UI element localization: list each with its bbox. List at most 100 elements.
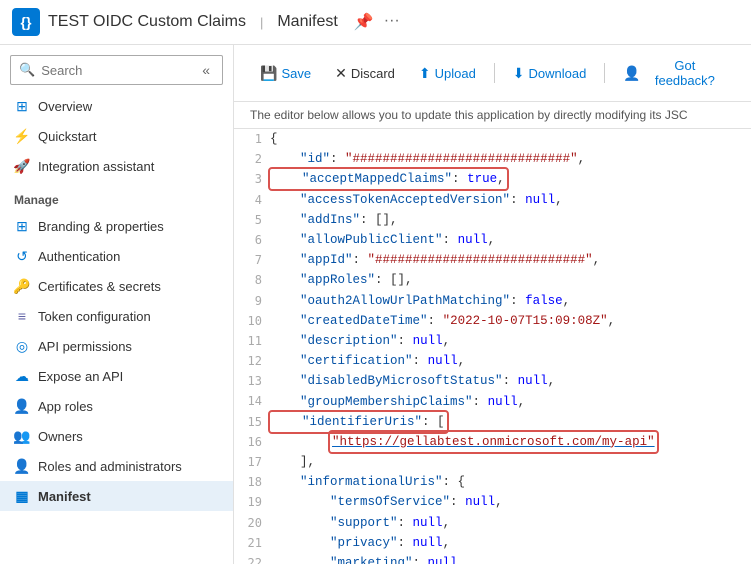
- discard-icon: ✕: [335, 65, 347, 82]
- line-number: 18: [234, 472, 270, 492]
- table-row: 10 "createdDateTime": "2022-10-07T15:09:…: [234, 311, 751, 331]
- search-box[interactable]: 🔍 «: [10, 55, 223, 85]
- more-icon[interactable]: ···: [384, 12, 400, 32]
- code-editor: 1 { 2 "id": "###########################…: [234, 129, 751, 564]
- line-number: 16: [234, 432, 270, 452]
- line-content: "informationalUris": {: [270, 472, 751, 492]
- line-number: 10: [234, 311, 270, 331]
- branding-icon: ⊞: [14, 218, 30, 234]
- line-content: "certification": null,: [270, 351, 751, 371]
- upload-icon: ⬆: [419, 65, 431, 82]
- app-icon: {}: [12, 8, 40, 36]
- table-row: 21 "privacy": null,: [234, 533, 751, 553]
- discard-button[interactable]: ✕ Discard: [325, 60, 405, 87]
- sidebar-item-roles[interactable]: 👤 Roles and administrators: [0, 451, 233, 481]
- sidebar-item-branding[interactable]: ⊞ Branding & properties: [0, 211, 233, 241]
- sidebar-nav: ⊞ Overview ⚡ Quickstart 🚀 Integration as…: [0, 91, 233, 564]
- sidebar-item-label: Authentication: [38, 249, 120, 264]
- line-content: ],: [270, 452, 751, 472]
- line-number: 1: [234, 129, 270, 149]
- sidebar-item-owners[interactable]: 👥 Owners: [0, 421, 233, 451]
- save-button[interactable]: 💾 Save: [250, 60, 321, 87]
- toolbar-separator: [494, 63, 495, 83]
- table-row: 18 "informationalUris": {: [234, 472, 751, 492]
- sidebar-item-integration[interactable]: 🚀 Integration assistant: [0, 151, 233, 181]
- line-number: 9: [234, 291, 270, 311]
- app-title: TEST OIDC Custom Claims: [48, 13, 246, 31]
- pin-icon[interactable]: 📌: [354, 12, 374, 32]
- line-number: 21: [234, 533, 270, 553]
- toolbar-separator2: [604, 63, 605, 83]
- feedback-button[interactable]: 👤 Got feedback?: [613, 53, 735, 93]
- search-input[interactable]: [41, 63, 192, 78]
- line-content: "id": "#############################",: [270, 149, 751, 169]
- line-number: 17: [234, 452, 270, 472]
- line-number: 11: [234, 331, 270, 351]
- table-row: 4 "accessTokenAcceptedVersion": null,: [234, 190, 751, 210]
- line-content: "description": null,: [270, 331, 751, 351]
- sidebar-item-approles[interactable]: 👤 App roles: [0, 391, 233, 421]
- approles-icon: 👤: [14, 398, 30, 414]
- table-row: 14 "groupMembershipClaims": null,: [234, 391, 751, 411]
- table-row: 15 "identifierUris": [: [234, 412, 751, 432]
- sidebar-item-label: Expose an API: [38, 369, 123, 384]
- sidebar-item-token[interactable]: ≡ Token configuration: [0, 301, 233, 331]
- line-content: "acceptMappedClaims": true,: [270, 169, 751, 189]
- sidebar-item-label: Owners: [38, 429, 83, 444]
- sidebar-item-quickstart[interactable]: ⚡ Quickstart: [0, 121, 233, 151]
- line-number: 19: [234, 492, 270, 512]
- sidebar-item-manifest[interactable]: ▦ Manifest: [0, 481, 233, 511]
- table-row: 5 "addIns": [],: [234, 210, 751, 230]
- sidebar-item-authentication[interactable]: ↺ Authentication: [0, 241, 233, 271]
- line-content: "addIns": [],: [270, 210, 751, 230]
- line-content: "https://gellabtest.onmicrosoft.com/my-a…: [270, 432, 751, 452]
- line-content: "accessTokenAcceptedVersion": null,: [270, 190, 751, 210]
- download-icon: ⬇: [513, 65, 525, 82]
- line-content: "oauth2AllowUrlPathMatching": false,: [270, 291, 751, 311]
- download-button[interactable]: ⬇ Download: [503, 60, 597, 87]
- sidebar-item-label: Roles and administrators: [38, 459, 182, 474]
- line-content: "identifierUris": [: [270, 412, 751, 432]
- line-content: "createdDateTime": "2022-10-07T15:09:08Z…: [270, 311, 751, 331]
- line-number: 2: [234, 149, 270, 169]
- table-row: 8 "appRoles": [],: [234, 270, 751, 290]
- sidebar-item-label: Integration assistant: [38, 159, 154, 174]
- sidebar-item-label: Overview: [38, 99, 92, 114]
- table-row: 13 "disabledByMicrosoftStatus": null,: [234, 371, 751, 391]
- sidebar-item-api[interactable]: ◎ API permissions: [0, 331, 233, 361]
- table-row: 20 "support": null,: [234, 513, 751, 533]
- roles-icon: 👤: [14, 458, 30, 474]
- line-number: 8: [234, 270, 270, 290]
- save-icon: 💾: [260, 65, 277, 82]
- table-row: 9 "oauth2AllowUrlPathMatching": false,: [234, 291, 751, 311]
- upload-button[interactable]: ⬆ Upload: [409, 60, 486, 87]
- manage-section-label: Manage: [0, 181, 233, 211]
- header-actions: 📌 ···: [354, 12, 400, 32]
- certs-icon: 🔑: [14, 278, 30, 294]
- search-icon: 🔍: [19, 62, 35, 78]
- line-number: 20: [234, 513, 270, 533]
- line-content: "groupMembershipClaims": null,: [270, 391, 751, 411]
- table-row: 6 "allowPublicClient": null,: [234, 230, 751, 250]
- editor-area[interactable]: 1 { 2 "id": "###########################…: [234, 129, 751, 564]
- sidebar-item-overview[interactable]: ⊞ Overview: [0, 91, 233, 121]
- line-number: 5: [234, 210, 270, 230]
- line-number: 3: [234, 169, 270, 189]
- table-row: 19 "termsOfService": null,: [234, 492, 751, 512]
- table-row: 16 "https://gellabtest.onmicrosoft.com/m…: [234, 432, 751, 452]
- authentication-icon: ↺: [14, 248, 30, 264]
- collapse-icon[interactable]: «: [198, 60, 214, 80]
- editor-toolbar: 💾 Save ✕ Discard ⬆ Upload ⬇ Download 👤 G…: [234, 45, 751, 102]
- line-number: 13: [234, 371, 270, 391]
- sidebar-item-expose[interactable]: ☁ Expose an API: [0, 361, 233, 391]
- owners-icon: 👥: [14, 428, 30, 444]
- sidebar-item-label: Token configuration: [38, 309, 151, 324]
- table-row: 7 "appId": "############################…: [234, 250, 751, 270]
- line-number: 15: [234, 412, 270, 432]
- line-content: "privacy": null,: [270, 533, 751, 553]
- sidebar-item-certs[interactable]: 🔑 Certificates & secrets: [0, 271, 233, 301]
- table-row: 3 "acceptMappedClaims": true,: [234, 169, 751, 189]
- sidebar-item-label: App roles: [38, 399, 93, 414]
- line-content: "disabledByMicrosoftStatus": null,: [270, 371, 751, 391]
- expose-icon: ☁: [14, 368, 30, 384]
